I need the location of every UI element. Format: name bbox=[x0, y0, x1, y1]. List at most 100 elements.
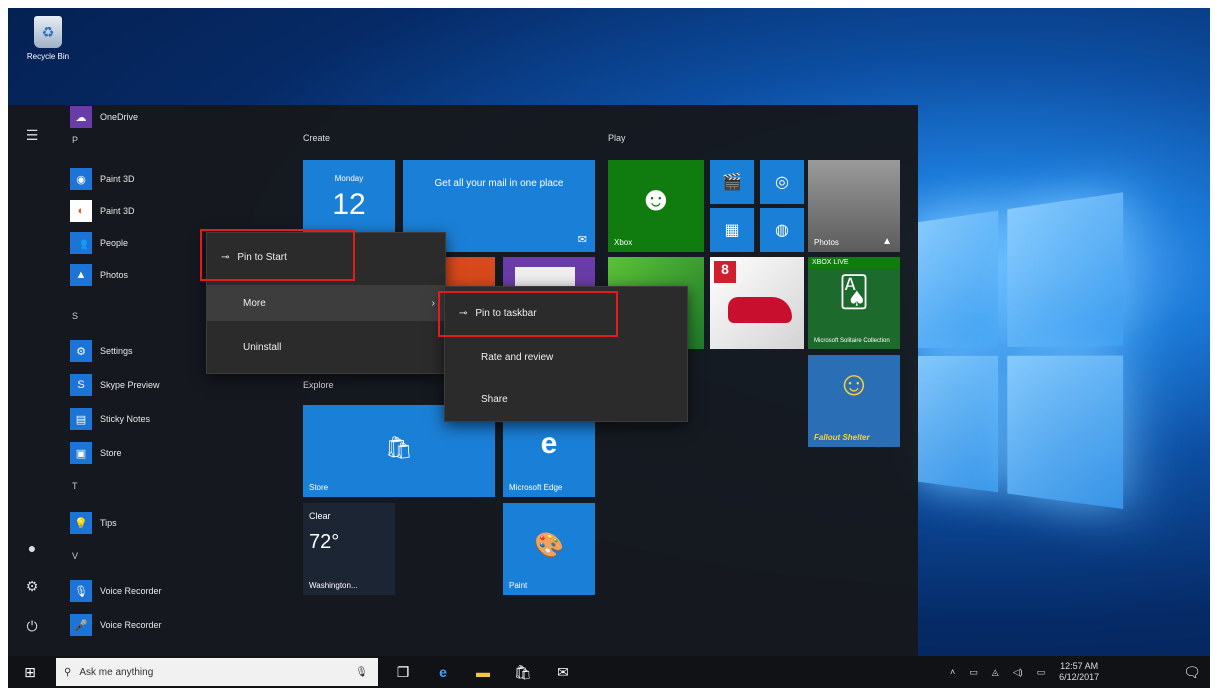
recycle-bin[interactable]: ♻ Recycle Bin bbox=[18, 16, 78, 61]
uninstall-item[interactable]: Uninstall bbox=[207, 329, 445, 365]
edge-icon: e bbox=[503, 427, 595, 461]
movies-tile[interactable]: 🎬 bbox=[710, 160, 754, 204]
calculator-tile[interactable]: ▦ bbox=[710, 208, 754, 252]
system-tray: ˄ ▭ ◬ ◁) ▭ 12:57 AM 6/12/2017 bbox=[950, 656, 1099, 688]
group-create-label[interactable]: Create bbox=[303, 133, 330, 143]
edge-icon: e bbox=[439, 664, 447, 680]
app-voice-recorder-preview[interactable]: 🎙 Voice Recorder bbox=[70, 579, 162, 603]
app-tips[interactable]: 💡 Tips bbox=[70, 511, 117, 535]
palette-icon: ◐ bbox=[70, 200, 92, 222]
cortana-search-box[interactable]: ⚲ Ask me anything 🎙 bbox=[56, 658, 378, 686]
letter-header[interactable]: S bbox=[72, 311, 78, 321]
group-play-label[interactable]: Play bbox=[608, 133, 626, 143]
power-icon[interactable]: ⏻ bbox=[22, 618, 42, 638]
folder-icon: ▬ bbox=[476, 664, 490, 680]
solitaire-tile[interactable]: XBOX LIVE 🂡 Microsoft Solitaire Collecti… bbox=[808, 257, 900, 349]
hamburger-icon[interactable]: ☰ bbox=[22, 127, 42, 147]
letter-header[interactable]: V bbox=[72, 551, 78, 561]
photos-icon: ▲ bbox=[70, 264, 92, 286]
groove-tile[interactable]: ◎ bbox=[760, 160, 804, 204]
search-icon: ⚲ bbox=[64, 667, 71, 678]
skype-icon: S bbox=[70, 374, 92, 396]
camera-tile[interactable]: ◍ bbox=[760, 208, 804, 252]
fallout-shelter-tile[interactable]: ☺ Fallout Shelter bbox=[808, 355, 900, 447]
desktop: ♻ Recycle Bin ☰ ● ⚙ ⏻ ☁ OneDrive P ◉ Pai… bbox=[8, 8, 1210, 688]
settings-icon[interactable]: ⚙ bbox=[22, 578, 42, 598]
action-center-button[interactable]: 🗨 bbox=[1176, 656, 1208, 688]
mail-icon: ✉ bbox=[557, 664, 569, 681]
share-item[interactable]: Share bbox=[445, 381, 687, 417]
pin-to-start-highlight bbox=[200, 229, 355, 281]
taskbar-edge[interactable]: e bbox=[426, 656, 460, 688]
chevron-right-icon: › bbox=[432, 298, 435, 309]
recycle-bin-label: Recycle Bin bbox=[18, 52, 78, 61]
pin-to-taskbar-highlight bbox=[438, 291, 618, 337]
keyboard-icon[interactable]: ▭ bbox=[1037, 667, 1046, 678]
game-number-badge: 8 bbox=[714, 261, 736, 283]
task-view-icon: ❐ bbox=[397, 664, 410, 681]
store-icon: ▣ bbox=[70, 442, 92, 464]
mic-icon: 🎤 bbox=[70, 614, 92, 636]
cards-icon: 🂡 bbox=[808, 275, 900, 310]
volume-icon[interactable]: ◁) bbox=[1013, 667, 1023, 678]
note-icon: ▤ bbox=[70, 408, 92, 430]
taskbar-store[interactable]: 🛍 bbox=[506, 656, 540, 688]
app-people[interactable]: 👥 People bbox=[70, 231, 128, 255]
task-view-button[interactable]: ❐ bbox=[386, 656, 420, 688]
letter-header[interactable]: P bbox=[72, 135, 78, 145]
paint-icon: ◉ bbox=[70, 168, 92, 190]
letter-header[interactable]: T bbox=[72, 481, 78, 491]
vault-boy-icon: ☺ bbox=[808, 365, 900, 404]
notification-icon: 🗨 bbox=[1183, 664, 1201, 681]
photos-tile[interactable]: Photos ▲ bbox=[808, 160, 900, 252]
start-rail: ☰ ● ⚙ ⏻ bbox=[8, 105, 56, 656]
app-sticky-notes[interactable]: ▤ Sticky Notes bbox=[70, 407, 150, 431]
app-skype[interactable]: S Skype Preview bbox=[70, 373, 160, 397]
shopping-bag-icon: 🛍 bbox=[303, 435, 495, 461]
start-button[interactable]: ⊞ bbox=[8, 656, 52, 688]
xbox-tile[interactable]: ☻ Xbox bbox=[608, 160, 704, 252]
paint-tile[interactable]: 🎨 Paint bbox=[503, 503, 595, 595]
battery-icon[interactable]: ▭ bbox=[969, 667, 978, 678]
store-icon: 🛍 bbox=[514, 664, 532, 681]
tips-icon: 💡 bbox=[70, 512, 92, 534]
people-icon: 👥 bbox=[70, 232, 92, 254]
photo-icon: ▲ bbox=[882, 236, 892, 247]
palette-icon: 🎨 bbox=[503, 531, 595, 560]
film-icon: 🎬 bbox=[710, 172, 754, 192]
app-photos[interactable]: ▲ Photos bbox=[70, 263, 128, 287]
taskbar-mail[interactable]: ✉ bbox=[546, 656, 580, 688]
taskbar: ⊞ ⚲ Ask me anything 🎙 ❐ e ▬ 🛍 ✉ ˄ ▭ ◬ ◁)… bbox=[8, 656, 1210, 688]
clock[interactable]: 12:57 AM 6/12/2017 bbox=[1059, 661, 1099, 683]
app-voice-recorder[interactable]: 🎤 Voice Recorder bbox=[70, 613, 162, 637]
windows-logo-wallpaper bbox=[913, 192, 1123, 523]
chevron-up-icon[interactable]: ˄ bbox=[950, 667, 955, 677]
app-onedrive[interactable]: ☁ OneDrive bbox=[70, 105, 138, 129]
more-item[interactable]: More › bbox=[207, 285, 445, 321]
mail-icon: ✉ bbox=[578, 233, 587, 246]
race-car-icon bbox=[728, 297, 792, 323]
app-paint3d[interactable]: ◉ Paint 3D bbox=[70, 167, 135, 191]
microphone-icon[interactable]: 🎙 bbox=[355, 667, 368, 678]
asphalt-tile[interactable]: 8 bbox=[710, 257, 804, 349]
app-list: ☁ OneDrive P ◉ Paint 3D ◐ Paint 3D 👥 Peo… bbox=[60, 105, 300, 656]
windows-icon: ⊞ bbox=[24, 664, 36, 681]
disc-icon: ◎ bbox=[760, 172, 804, 192]
onedrive-icon: ☁ bbox=[70, 106, 92, 128]
calculator-icon: ▦ bbox=[710, 220, 754, 240]
search-placeholder: Ask me anything bbox=[79, 667, 153, 678]
app-paint[interactable]: ◐ Paint 3D bbox=[70, 199, 135, 223]
app-settings[interactable]: ⚙ Settings bbox=[70, 339, 133, 363]
gear-icon: ⚙ bbox=[70, 340, 92, 362]
webcam-icon: ◍ bbox=[760, 220, 804, 240]
avatar-icon: ☻ bbox=[608, 180, 704, 219]
rate-review-item[interactable]: Rate and review bbox=[445, 339, 687, 375]
app-store[interactable]: ▣ Store bbox=[70, 441, 122, 465]
taskbar-explorer[interactable]: ▬ bbox=[466, 656, 500, 688]
recycle-bin-icon: ♻ bbox=[34, 16, 62, 48]
network-icon[interactable]: ◬ bbox=[992, 667, 999, 678]
user-avatar-icon[interactable]: ● bbox=[22, 540, 42, 560]
group-explore-label[interactable]: Explore bbox=[303, 380, 334, 390]
mic-icon: 🎙 bbox=[70, 580, 92, 602]
weather-tile[interactable]: Clear 72° Washington... bbox=[303, 503, 395, 595]
